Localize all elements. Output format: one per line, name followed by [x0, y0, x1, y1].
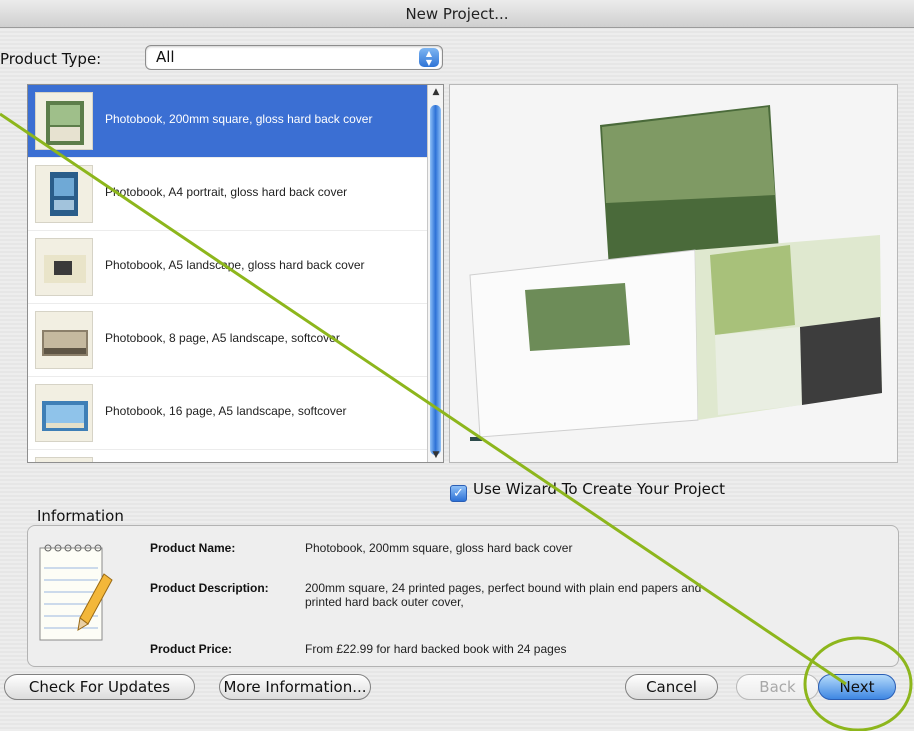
book-thumbnail-icon [35, 92, 93, 150]
product-item[interactable]: Photobook, 16 page, A5 landscape, softco… [28, 377, 443, 450]
information-panel: Product Name: Photobook, 200mm square, g… [27, 525, 899, 667]
product-name-label: Product Name: [150, 541, 236, 555]
wizard-option[interactable]: ✓ Use Wizard To Create Your Project [450, 480, 725, 502]
product-item[interactable] [28, 450, 443, 462]
product-type-select[interactable]: All ▲ ▼ [145, 45, 443, 70]
product-item-label: Photobook, 8 page, A5 landscape, softcov… [105, 331, 340, 345]
product-type-value: All [156, 48, 175, 66]
product-list[interactable]: Photobook, 200mm square, gloss hard back… [27, 84, 444, 463]
product-preview-image [449, 84, 898, 463]
book-thumbnail-icon [35, 457, 93, 462]
product-description-label: Product Description: [150, 581, 269, 595]
book-thumbnail-icon [35, 165, 93, 223]
wizard-label: Use Wizard To Create Your Project [473, 480, 725, 498]
product-item[interactable]: Photobook, A4 portrait, gloss hard back … [28, 158, 443, 231]
product-item-label: Photobook, 16 page, A5 landscape, softco… [105, 404, 347, 418]
scroll-up-arrow-icon[interactable]: ▲ [428, 87, 443, 97]
check-for-updates-button[interactable]: Check For Updates [4, 674, 195, 700]
notepad-pencil-icon [38, 538, 118, 652]
product-name-value: Photobook, 200mm square, gloss hard back… [305, 541, 573, 555]
book-thumbnail-icon [35, 238, 93, 296]
book-thumbnail-icon [35, 384, 93, 442]
scrollbar-thumb[interactable] [430, 105, 441, 455]
cancel-button[interactable]: Cancel [625, 674, 718, 700]
product-item[interactable]: Photobook, A5 landscape, gloss hard back… [28, 231, 443, 304]
wizard-checkbox[interactable]: ✓ [450, 485, 467, 502]
product-type-label: Product Type: [0, 50, 102, 68]
more-information-button[interactable]: More Information... [219, 674, 371, 700]
product-item-label: Photobook, 200mm square, gloss hard back… [105, 112, 373, 126]
updown-arrows-icon: ▲ ▼ [419, 48, 439, 67]
next-button[interactable]: Next [818, 674, 896, 700]
information-title: Information [37, 507, 124, 525]
product-item[interactable]: Photobook, 8 page, A5 landscape, softcov… [28, 304, 443, 377]
window-title: New Project... [0, 0, 914, 28]
back-button[interactable]: Back [736, 674, 819, 700]
book-thumbnail-icon [35, 311, 93, 369]
product-price-value: From £22.99 for hard backed book with 24… [305, 642, 567, 656]
scroll-down-arrow-icon[interactable]: ▼ [428, 450, 443, 460]
product-price-label: Product Price: [150, 642, 233, 656]
product-item[interactable]: Photobook, 200mm square, gloss hard back… [28, 85, 443, 158]
product-item-label: Photobook, A4 portrait, gloss hard back … [105, 185, 348, 199]
product-description-value: 200mm square, 24 printed pages, perfect … [305, 581, 702, 609]
product-item-label: Photobook, A5 landscape, gloss hard back… [105, 258, 365, 272]
list-scrollbar[interactable]: ▲ ▼ [427, 85, 443, 462]
